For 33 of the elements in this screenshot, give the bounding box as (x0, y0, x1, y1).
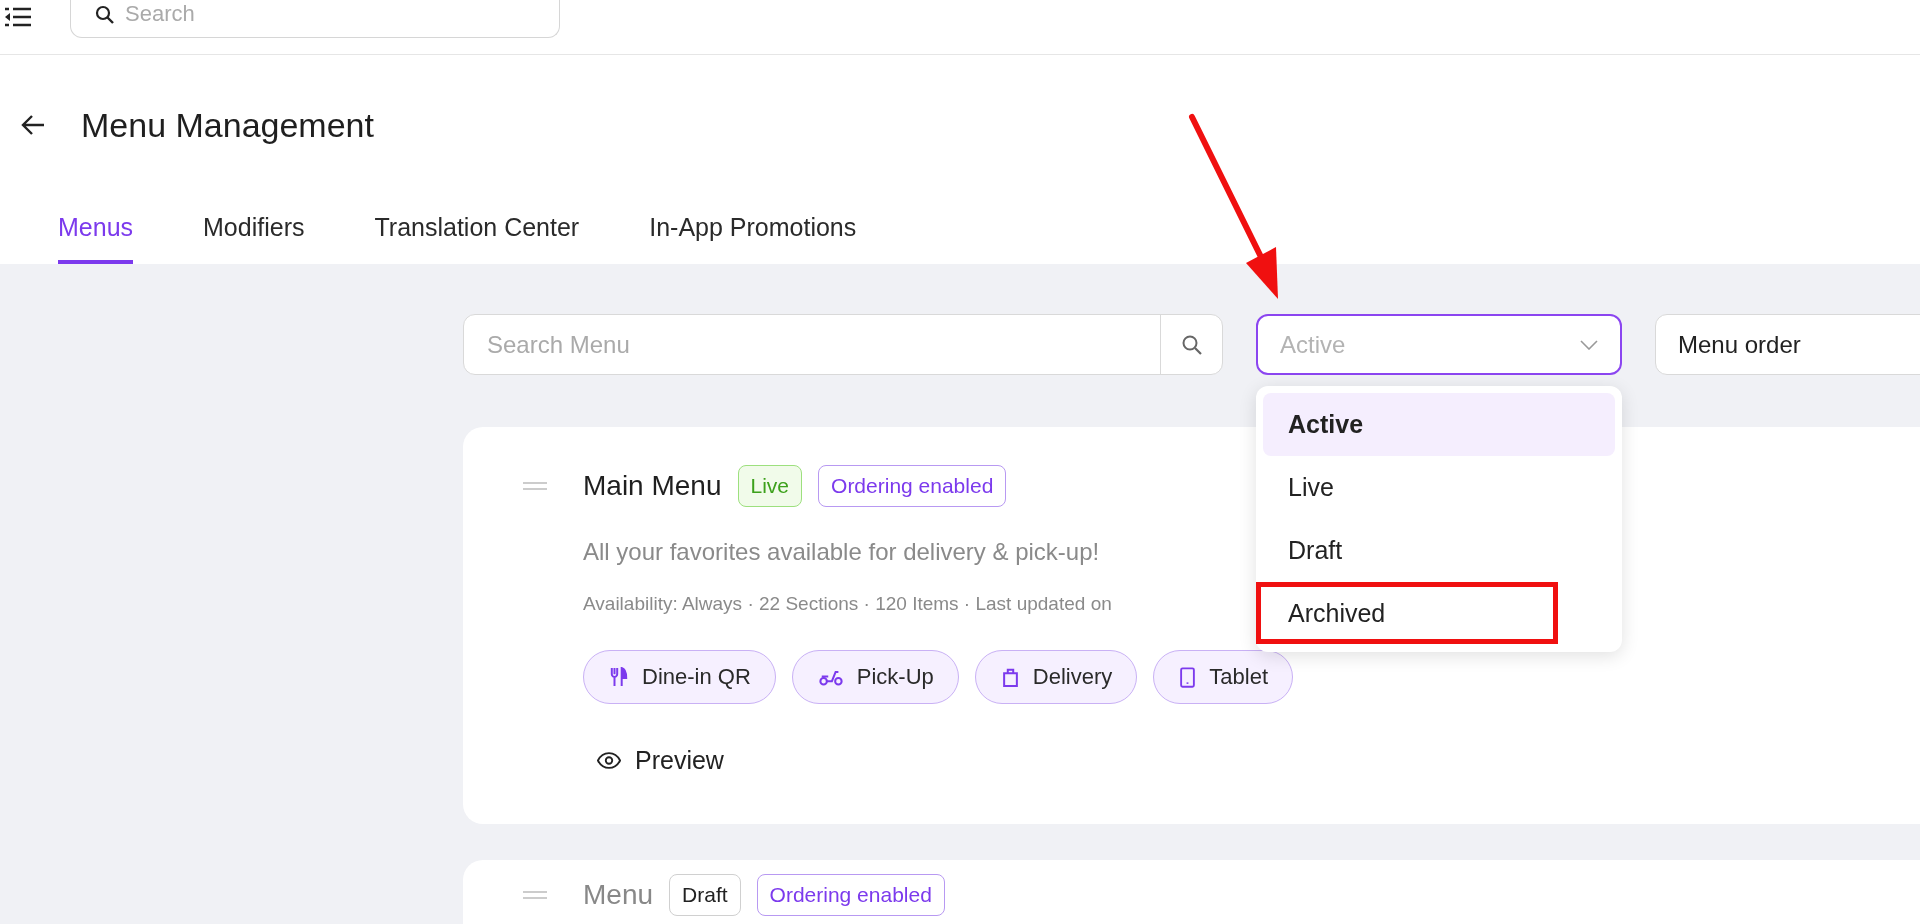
tab[interactable]: Modifiers (203, 190, 305, 264)
search-icon (95, 4, 115, 25)
sort-dropdown[interactable]: Menu order (1655, 314, 1920, 375)
fork-knife-icon (610, 667, 628, 687)
bag-icon (1001, 667, 1019, 687)
preview-button[interactable]: Preview (597, 742, 724, 778)
status-badge: Live (737, 465, 803, 507)
eye-icon (597, 751, 621, 769)
drag-handle-icon[interactable] (523, 482, 547, 490)
channel-chip[interactable]: Delivery (974, 650, 1138, 704)
tab[interactable]: In-App Promotions (649, 190, 857, 264)
tab[interactable]: Translation Center (374, 190, 580, 264)
channel-chip[interactable]: Tablet (1153, 650, 1293, 704)
ordering-badge: Ordering enabled (756, 874, 945, 916)
scooter-icon (818, 668, 843, 686)
back-arrow-icon[interactable] (20, 114, 46, 136)
status-badge: Draft (669, 874, 741, 916)
menu-name: Menu (583, 879, 654, 911)
channel-chip[interactable]: Dine-in QR (583, 650, 776, 704)
chevron-down-icon (1580, 339, 1598, 350)
menu-details: Availability: Always · 22 Sections · 120 Items · Last updated on (583, 592, 1112, 616)
dropdown-option[interactable]: Draft (1263, 519, 1615, 582)
menu-name: Main Menu (583, 470, 722, 502)
dropdown-option[interactable]: Active (1263, 393, 1615, 456)
channel-chip[interactable]: Pick-Up (791, 650, 959, 704)
menu-icon[interactable] (4, 6, 32, 28)
dropdown-option[interactable]: Live (1263, 456, 1615, 519)
ordering-badge: Ordering enabled (818, 465, 1007, 507)
menu-description: All your favorites available for delivery & pick-up! (583, 537, 1100, 567)
page-title: Menu Management (81, 105, 374, 146)
tablet-icon (1180, 666, 1196, 688)
drag-handle-icon[interactable] (523, 891, 547, 899)
search-icon (1180, 333, 1203, 356)
